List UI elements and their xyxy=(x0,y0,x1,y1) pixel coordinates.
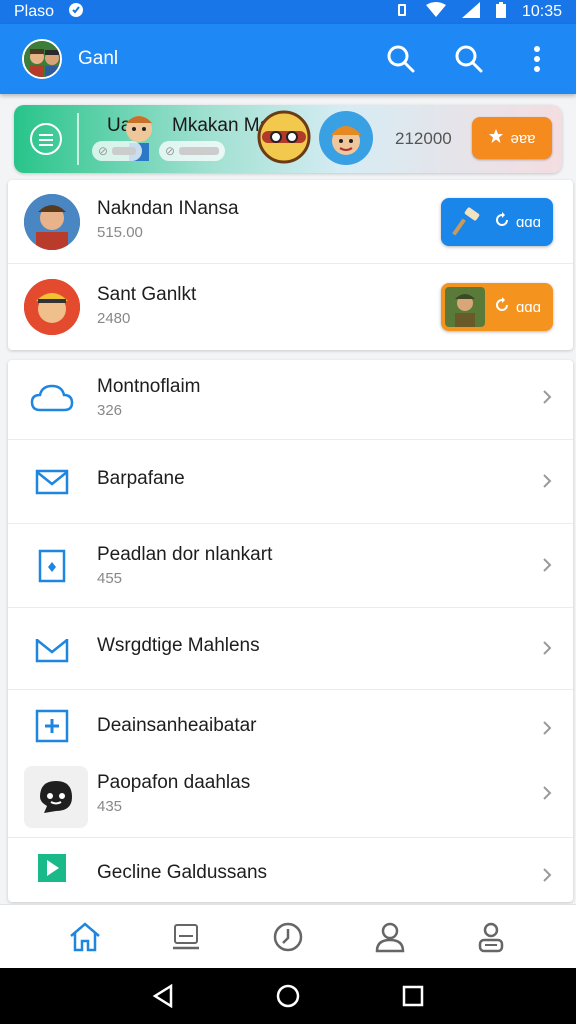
person-icon[interactable] xyxy=(370,917,410,957)
bottom-nav xyxy=(0,904,576,968)
banner-button-label: ǝɐɐ xyxy=(510,129,536,147)
refresh-icon xyxy=(494,212,510,232)
search-icon[interactable] xyxy=(384,42,418,76)
list-item-title: Wsrgdtige Mahlens xyxy=(97,635,260,656)
chevron-right-icon xyxy=(540,390,554,404)
banner-chip: ⊘ xyxy=(159,141,226,161)
settings-list: Montnoflaim 326 Barpafane Peadlan dor nl… xyxy=(8,360,573,902)
list-item[interactable]: Wsrgdtige Mahlens xyxy=(8,608,573,690)
list-item[interactable]: Montnoflaim 326 xyxy=(8,360,573,440)
list-item-title: Montnoflaim xyxy=(97,376,201,397)
more-vert-icon[interactable] xyxy=(520,42,554,76)
featured-row[interactable]: Nakndan INansa 515.00 ɑɑɑ xyxy=(8,180,573,264)
app-bar: Ganl xyxy=(0,24,576,94)
mail-icon xyxy=(30,462,74,502)
chat-icon xyxy=(24,766,88,828)
refresh-icon xyxy=(494,297,510,317)
plus-box-icon xyxy=(30,706,74,746)
featured-subtitle: 2480 xyxy=(97,310,131,327)
list-item[interactable]: Peadlan dor nlankart 455 xyxy=(8,524,573,608)
game-avatar xyxy=(24,279,80,335)
app-title: Ganl xyxy=(78,48,119,69)
list-item[interactable]: Paopafon daahlas 435 xyxy=(8,756,573,838)
chevron-right-icon xyxy=(540,786,554,800)
recents-icon[interactable] xyxy=(393,976,433,1016)
list-item-title: Paopafon daahlas xyxy=(97,772,251,793)
list-item-title: Peadlan dor nlankart xyxy=(97,544,273,565)
featured-title: Nakndan INansa xyxy=(97,198,239,219)
list-item-title: Deainsanheaibatar xyxy=(97,715,257,736)
chevron-right-icon xyxy=(540,641,554,655)
wifi-icon xyxy=(425,1,446,23)
back-icon[interactable] xyxy=(143,976,183,1016)
character-image xyxy=(319,111,373,165)
signal-icon xyxy=(461,1,480,23)
list-item[interactable]: Gecline Galdussans xyxy=(8,838,573,902)
game-avatar xyxy=(24,194,80,250)
chevron-right-icon xyxy=(540,868,554,882)
character-image xyxy=(256,109,312,167)
home-icon[interactable] xyxy=(65,917,105,957)
featured-action-button[interactable]: ɑɑɑ xyxy=(441,198,553,246)
featured-card: Nakndan INansa 515.00 ɑɑɑ Sant Ganlkt 24… xyxy=(8,180,573,350)
featured-button-label: ɑɑɑ xyxy=(515,298,541,316)
file-icon xyxy=(30,546,74,586)
list-item-subtitle: 435 xyxy=(97,798,123,815)
banner-chip: ⊘ xyxy=(92,141,143,161)
clock-icon[interactable] xyxy=(268,917,308,957)
cloud-icon xyxy=(30,378,74,418)
banner-action-button[interactable]: ǝɐɐ xyxy=(472,117,552,159)
play-icon xyxy=(30,848,74,888)
list-item-subtitle: 326 xyxy=(97,402,123,419)
mail-icon xyxy=(30,630,74,670)
featured-row[interactable]: Sant Ganlkt 2480 ɑɑɑ xyxy=(8,264,573,350)
chevron-right-icon xyxy=(540,474,554,488)
banner-amount: 212000 xyxy=(395,129,452,148)
avatar[interactable] xyxy=(22,39,62,79)
notification-icon xyxy=(68,2,84,23)
list-item-title: Gecline Galdussans xyxy=(97,862,268,883)
list-item[interactable]: Barpafane xyxy=(8,440,573,524)
chevron-right-icon xyxy=(540,721,554,735)
carrier-label: Plaso xyxy=(14,3,55,20)
featured-button-label: ɑɑɑ xyxy=(515,213,541,231)
list-item-title: Barpafane xyxy=(97,468,185,489)
promo-banner[interactable]: Ua Mkakan Ma ⊘ ⊘ 212000 ǝɐɐ xyxy=(14,105,562,173)
banner-divider xyxy=(77,113,79,165)
hammer-icon xyxy=(451,206,483,242)
featured-subtitle: 515.00 xyxy=(97,224,143,241)
battery-icon xyxy=(495,1,506,23)
laptop-icon[interactable] xyxy=(166,917,206,957)
status-bar: Plaso 10:35 xyxy=(0,0,576,24)
search-icon[interactable] xyxy=(452,42,486,76)
star-icon xyxy=(488,128,504,148)
menu-icon[interactable] xyxy=(30,123,62,155)
vibrate-icon xyxy=(394,2,410,23)
list-item-subtitle: 455 xyxy=(97,570,123,587)
game-thumbnail xyxy=(445,287,485,327)
person-group-icon[interactable] xyxy=(471,917,511,957)
status-time: 10:35 xyxy=(521,3,562,20)
featured-title: Sant Ganlkt xyxy=(97,284,197,305)
chevron-right-icon xyxy=(540,558,554,572)
system-nav-bar xyxy=(0,968,576,1024)
featured-action-button[interactable]: ɑɑɑ xyxy=(441,283,553,331)
home-circle-icon[interactable] xyxy=(268,976,308,1016)
